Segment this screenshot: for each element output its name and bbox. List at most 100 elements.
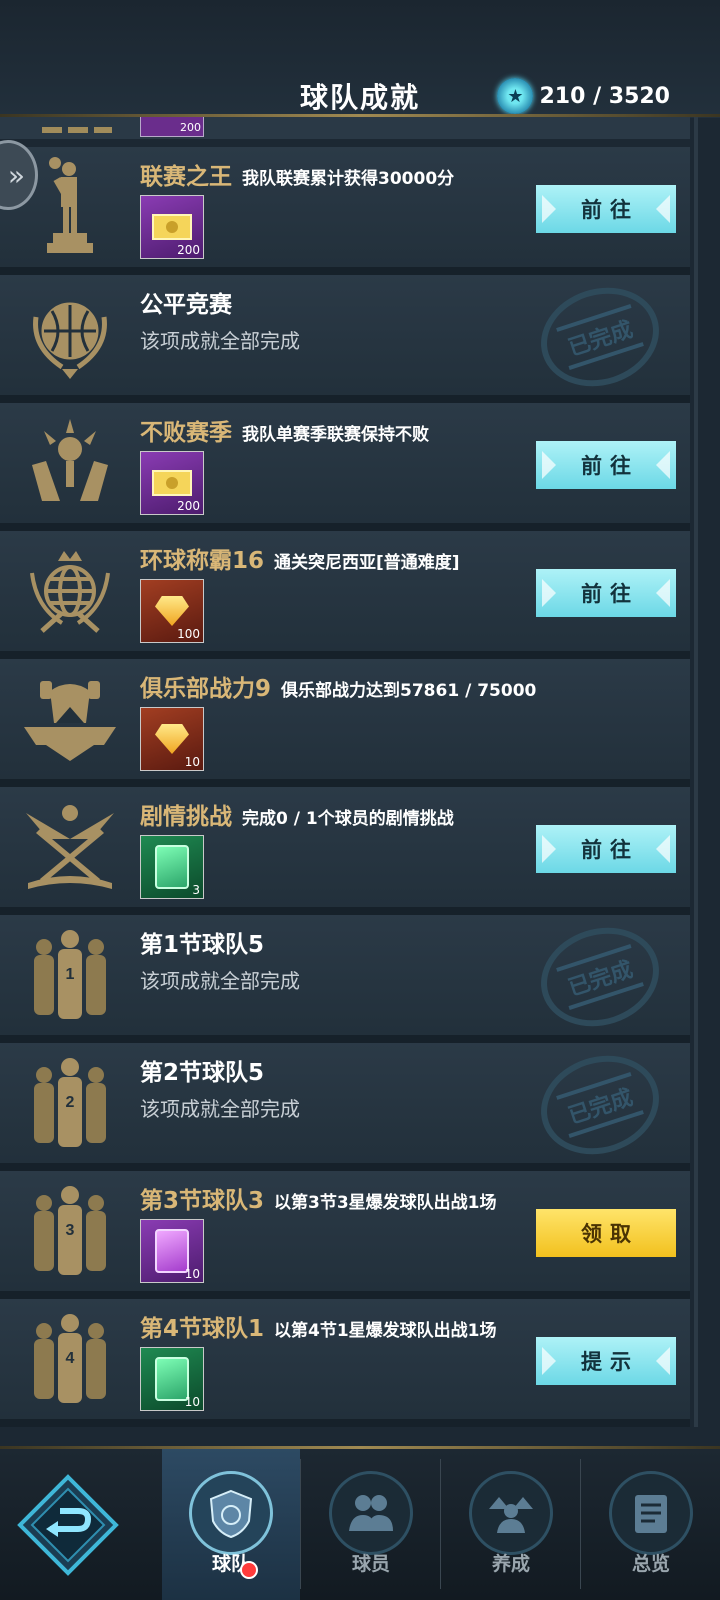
jersey-number: 3 <box>66 1222 75 1239</box>
achievement-title: 第4节球队1 <box>140 1316 265 1342</box>
reward-count: 200 <box>177 499 200 513</box>
reward-count: 100 <box>177 627 200 641</box>
achievement-title: 不败赛季 <box>140 420 232 446</box>
achievement-status: 该项成就全部完成 <box>140 329 300 353</box>
goto-button[interactable]: 前往 <box>536 185 676 233</box>
list-item: 环球称霸16 通关突尼西亚[普通难度] 100 前往 <box>0 531 690 659</box>
scrollbar[interactable] <box>694 117 698 1427</box>
reward-item[interactable]: 200 <box>140 451 204 515</box>
achievement-description: 完成0 / 1个球员的剧情挑战 <box>242 809 454 829</box>
tab-team[interactable]: 球队 <box>162 1449 300 1600</box>
team-silhouette-icon: 1 <box>18 923 122 1027</box>
crossed-flags-icon <box>18 795 122 899</box>
reward-item[interactable]: 100 <box>140 579 204 643</box>
bottom-nav: 球队 球员 养成 总览 <box>0 1449 720 1600</box>
globe-crown-icon <box>18 539 122 643</box>
reward-item[interactable]: 200 <box>140 195 204 259</box>
list-item: 4 第4节球队1 以第4节1星爆发球队出战1场 10 提示 <box>0 1299 690 1427</box>
points-value: 210 / 3520 <box>539 83 670 109</box>
team-shield-icon <box>189 1471 273 1555</box>
partial-list-item: 200 <box>0 117 690 139</box>
team-silhouette-icon: 3 <box>18 1179 122 1283</box>
achievement-description: 以第4节1星爆发球队出战1场 <box>274 1321 497 1341</box>
achievement-status: 该项成就全部完成 <box>140 969 300 993</box>
hint-button[interactable]: 提示 <box>536 1337 676 1385</box>
achievement-description: 俱乐部战力达到57861 / 75000 <box>281 681 537 701</box>
tab-training[interactable]: 养成 <box>442 1449 580 1600</box>
achievement-points: ★ 210 / 3520 <box>497 78 670 114</box>
completed-stamp: 已完成 <box>528 1040 672 1170</box>
goto-button[interactable]: 前往 <box>536 825 676 873</box>
reward-item[interactable]: 10 <box>140 707 204 771</box>
achievement-description: 以第3节3星爆发球队出战1场 <box>274 1193 497 1213</box>
reward-item[interactable]: 10 <box>140 1347 204 1411</box>
nav-separator <box>580 1459 581 1589</box>
star-medal-icon: ★ <box>497 78 534 114</box>
notification-dot <box>240 1561 258 1579</box>
reward-item: 200 <box>140 117 204 137</box>
jersey-number: 1 <box>66 966 75 983</box>
overview-icon <box>609 1471 693 1555</box>
tab-overview[interactable]: 总览 <box>582 1449 720 1600</box>
goto-button[interactable]: 前往 <box>536 441 676 489</box>
list-item: 不败赛季 我队单赛季联赛保持不败 200 前往 <box>0 403 690 531</box>
list-item: 俱乐部战力9 俱乐部战力达到57861 / 75000 10 <box>0 659 690 787</box>
achievement-status: 该项成就全部完成 <box>140 1097 300 1121</box>
achievement-description: 通关突尼西亚[普通难度] <box>274 553 460 573</box>
completed-stamp: 已完成 <box>528 272 672 402</box>
reward-count: 200 <box>177 243 200 257</box>
achievement-title: 联赛之王 <box>140 164 232 190</box>
achievement-title: 环球称霸16 <box>140 548 265 574</box>
reward-count: 10 <box>184 1267 200 1281</box>
completed-stamp: 已完成 <box>528 912 672 1042</box>
chevrons-right-icon: » <box>7 158 25 192</box>
reward-item[interactable]: 10 <box>140 1219 204 1283</box>
home-button[interactable] <box>16 1473 120 1577</box>
reward-count: 10 <box>184 755 200 769</box>
team-silhouette-icon: 4 <box>18 1307 122 1411</box>
reward-count: 10 <box>184 1395 200 1409</box>
achievement-title: 俱乐部战力9 <box>140 676 272 702</box>
player-card-icon <box>155 845 189 889</box>
achievement-title: 公平竞赛 <box>140 292 232 318</box>
list-item: 3 第3节球队3 以第3节3星爆发球队出战1场 10 领取 <box>0 1171 690 1299</box>
nav-separator <box>440 1459 441 1589</box>
hands-trophy-icon <box>18 411 122 515</box>
club-crest-icon <box>18 667 122 771</box>
reward-count: 200 <box>180 121 201 134</box>
goto-button[interactable]: 前往 <box>536 569 676 617</box>
achievement-title: 剧情挑战 <box>140 804 232 830</box>
header-bar: 球队成就 ★ 210 / 3520 <box>0 0 720 118</box>
list-item: 公平竞赛 该项成就全部完成 已完成 <box>0 272 690 403</box>
trophy-base-icon <box>42 127 112 133</box>
achievement-title: 第2节球队5 <box>140 1060 265 1086</box>
team-silhouette-icon: 2 <box>18 1051 122 1155</box>
achievement-title: 第1节球队5 <box>140 932 265 958</box>
achievement-list[interactable]: 200 联赛之王 我队联赛累计获得30000分 200 前往 公平竞赛 该项成就… <box>0 117 720 1450</box>
jersey-number: 2 <box>66 1094 75 1111</box>
tab-players[interactable]: 球员 <box>302 1449 440 1600</box>
ticket-icon <box>152 214 192 240</box>
diamond-icon <box>155 724 189 754</box>
tab-label: 养成 <box>491 1553 530 1575</box>
list-item: 剧情挑战 完成0 / 1个球员的剧情挑战 3 前往 <box>0 787 690 915</box>
players-icon <box>329 1471 413 1555</box>
diamond-icon <box>155 596 189 626</box>
reward-item[interactable]: 3 <box>140 835 204 899</box>
basketball-laurel-icon <box>18 283 122 387</box>
list-item: 1 第1节球队5 该项成就全部完成 已完成 <box>0 912 690 1043</box>
tab-label: 球员 <box>351 1553 390 1575</box>
nav-separator <box>300 1459 301 1589</box>
list-item: 2 第2节球队5 该项成就全部完成 已完成 <box>0 1040 690 1171</box>
tab-label: 总览 <box>631 1553 670 1575</box>
achievement-description: 我队联赛累计获得30000分 <box>242 169 455 189</box>
ticket-icon <box>152 470 192 496</box>
achievement-title: 第3节球队3 <box>140 1188 265 1214</box>
claim-button[interactable]: 领取 <box>536 1209 676 1257</box>
achievement-description: 我队单赛季联赛保持不败 <box>242 425 429 445</box>
jersey-number: 4 <box>66 1350 75 1367</box>
upgrade-icon <box>469 1471 553 1555</box>
home-logo-icon <box>17 1474 119 1576</box>
reward-count: 3 <box>192 883 200 897</box>
list-item: 联赛之王 我队联赛累计获得30000分 200 前往 <box>0 147 690 275</box>
